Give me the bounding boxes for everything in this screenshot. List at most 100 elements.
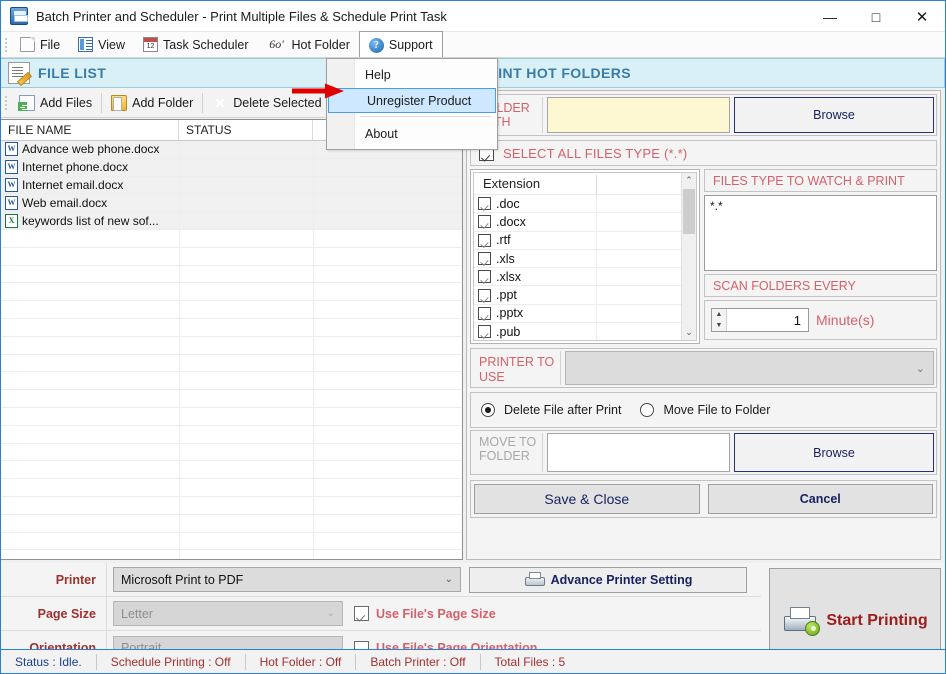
menu-item-help[interactable]: Help [327, 61, 497, 88]
table-row-empty[interactable] [1, 515, 462, 533]
extension-checkbox[interactable] [478, 234, 491, 247]
scan-interval-value[interactable]: 1 [727, 313, 808, 328]
printer-icon [524, 572, 544, 587]
extension-label: .xlsx [496, 270, 521, 284]
list-item[interactable]: .rtf [474, 232, 696, 250]
delete-after-print-label: Delete File after Print [504, 403, 621, 417]
file-name: Web email.docx [22, 196, 107, 210]
menu-task-scheduler[interactable]: Task Scheduler [134, 32, 257, 57]
table-row-empty[interactable] [1, 283, 462, 301]
scrollbar-thumb[interactable] [683, 189, 695, 234]
scan-interval-unit: Minute(s) [816, 312, 874, 328]
table-row-empty[interactable] [1, 248, 462, 266]
scan-folders-label: SCAN FOLDERS EVERY [704, 274, 937, 297]
move-to-folder-input[interactable] [547, 433, 730, 472]
table-row-empty[interactable] [1, 497, 462, 515]
stepper-down-icon[interactable]: ▼ [712, 320, 726, 331]
table-row[interactable]: keywords list of new sof... [1, 212, 462, 230]
extension-checkbox[interactable] [478, 325, 491, 338]
folder-browse-button[interactable]: Browse [734, 97, 934, 133]
extension-column-header[interactable]: Extension [474, 173, 696, 195]
list-item[interactable]: .pptx [474, 305, 696, 323]
delete-selected-button[interactable]: Delete Selected [204, 89, 329, 117]
extension-checkbox[interactable] [478, 197, 491, 210]
table-row-empty[interactable] [1, 408, 462, 426]
menu-view[interactable]: View [69, 32, 134, 57]
delete-after-print-radio[interactable] [481, 403, 495, 417]
extension-checkbox[interactable] [478, 307, 491, 320]
page-size-select[interactable]: Letter ⌄ [113, 601, 343, 626]
move-browse-button[interactable]: Browse [734, 433, 934, 472]
list-item[interactable]: .doc [474, 195, 696, 213]
menu-item-unregister-product[interactable]: Unregister Product [328, 88, 496, 113]
list-item[interactable]: .xlsx [474, 268, 696, 286]
list-item[interactable]: .docx [474, 213, 696, 231]
menu-grip [1, 32, 11, 57]
table-row-empty[interactable] [1, 301, 462, 319]
move-to-folder-radio[interactable] [640, 403, 654, 417]
printer-select[interactable]: Microsoft Print to PDF ⌄ [113, 567, 461, 592]
page-size-label: Page Size [1, 607, 106, 621]
column-header-status[interactable]: STATUS [179, 120, 313, 140]
use-file-page-size-checkbox[interactable] [354, 606, 369, 621]
scroll-up-icon[interactable]: ⌃ [682, 173, 696, 188]
extension-label: .ppt [496, 288, 517, 302]
file-extra [313, 194, 462, 211]
menu-view-label: View [98, 38, 125, 52]
extension-checkbox[interactable] [478, 215, 491, 228]
table-row[interactable]: Internet email.docx [1, 177, 462, 195]
select-all-files-row[interactable]: SELECT ALL FILES TYPE (*.*) [470, 140, 937, 166]
table-row-empty[interactable] [1, 337, 462, 355]
stepper-up-icon[interactable]: ▲ [712, 309, 726, 320]
list-item[interactable]: .ppt [474, 286, 696, 304]
table-row-empty[interactable] [1, 355, 462, 373]
menu-hot-folder[interactable]: 6o′ Hot Folder [258, 32, 359, 57]
table-row-empty[interactable] [1, 426, 462, 444]
list-item[interactable]: .pub [474, 323, 696, 341]
cancel-button[interactable]: Cancel [708, 484, 934, 514]
column-header-file-name[interactable]: FILE NAME [1, 120, 179, 140]
table-row-empty[interactable] [1, 550, 462, 560]
extension-checkbox[interactable] [478, 252, 491, 265]
table-row-empty[interactable] [1, 266, 462, 284]
files-type-input[interactable]: *.* [704, 195, 937, 271]
batch-printer-status: Batch Printer : Off [356, 655, 479, 669]
extension-checkbox[interactable] [478, 270, 491, 283]
menu-support[interactable]: ? Support [359, 31, 443, 57]
extension-list-scrollbar[interactable]: ⌃ ⌄ [681, 173, 696, 340]
status-text: Status : Idle. [1, 655, 96, 669]
save-close-button[interactable]: Save & Close [474, 484, 700, 514]
printer-to-use-select[interactable]: ⌄ [565, 351, 934, 385]
table-row-empty[interactable] [1, 533, 462, 551]
table-row[interactable]: Internet phone.docx [1, 159, 462, 177]
maximize-button[interactable]: □ [853, 1, 899, 32]
table-row[interactable]: Web email.docx [1, 194, 462, 212]
folder-path-input[interactable] [547, 97, 730, 133]
table-row-empty[interactable] [1, 390, 462, 408]
extension-checkbox[interactable] [478, 289, 491, 302]
list-item[interactable]: .xls [474, 250, 696, 268]
add-files-button[interactable]: Add Files [11, 89, 100, 117]
toolbar-separator [202, 93, 203, 113]
close-button[interactable]: ✕ [899, 1, 945, 32]
file-extra [313, 159, 462, 176]
table-row-empty[interactable] [1, 230, 462, 248]
table-row-empty[interactable] [1, 479, 462, 497]
table-row-empty[interactable] [1, 372, 462, 390]
menu-bar: File View Task Scheduler 6o′ Hot Folder … [1, 32, 945, 58]
table-row-empty[interactable] [1, 319, 462, 337]
minimize-button[interactable]: — [807, 1, 853, 32]
window-title: Batch Printer and Scheduler - Print Mult… [36, 9, 447, 24]
scroll-down-icon[interactable]: ⌄ [682, 325, 696, 340]
menu-file[interactable]: File [11, 32, 69, 57]
menu-item-about[interactable]: About [327, 120, 497, 147]
advance-printer-setting-button[interactable]: Advance Printer Setting [469, 567, 747, 593]
select-all-label: SELECT ALL FILES TYPE (*.*) [503, 146, 687, 161]
table-row-empty[interactable] [1, 444, 462, 462]
file-list-grid[interactable]: FILE NAME STATUS Advance web phone.docx … [1, 119, 463, 560]
add-folder-button[interactable]: Add Folder [103, 89, 201, 117]
extension-list[interactable]: Extension .doc .docx .rtf .xls .xlsx .pp… [473, 172, 697, 341]
table-row-empty[interactable] [1, 461, 462, 479]
hot-folders-title: PRINT HOT FOLDERS [478, 65, 631, 81]
scan-interval-stepper[interactable]: ▲ ▼ 1 [711, 308, 809, 332]
